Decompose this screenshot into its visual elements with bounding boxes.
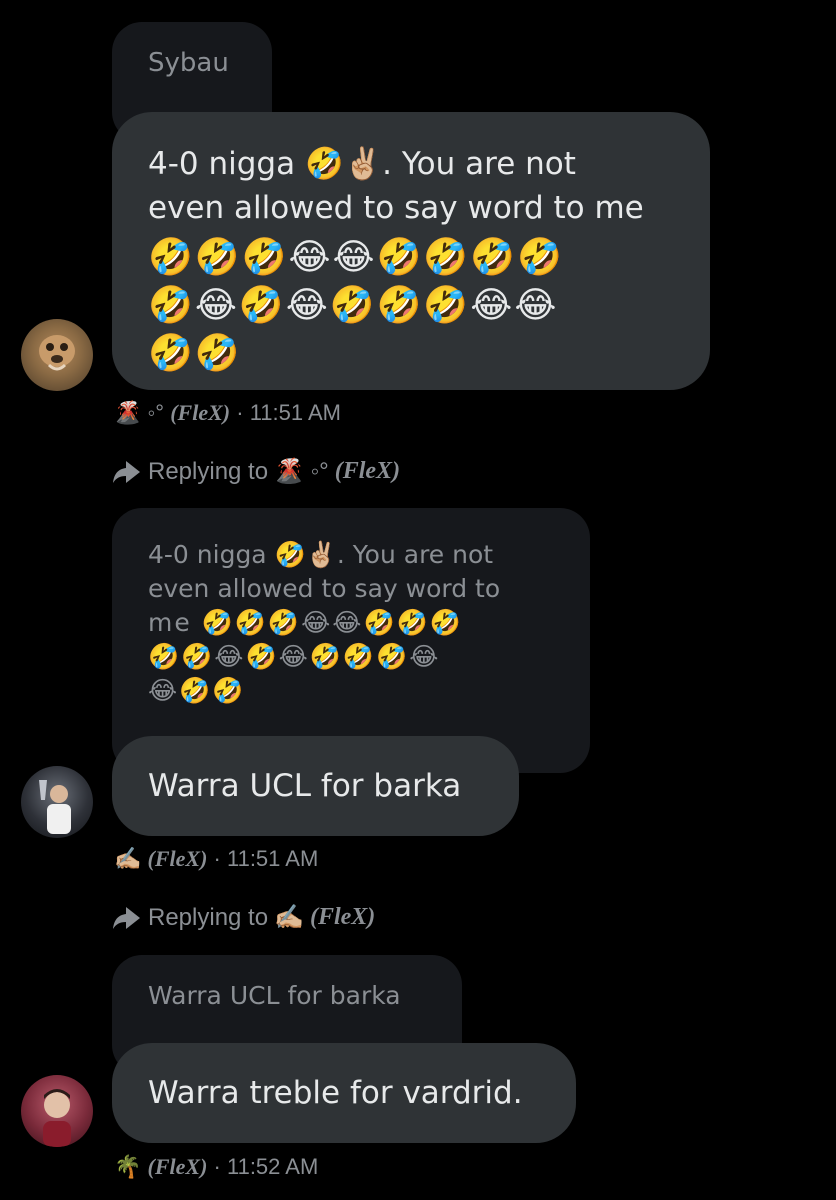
sender-name[interactable]: (FleX) <box>148 1154 208 1179</box>
quoted-line: me 🤣🤣🤣😂😂🤣🤣🤣 <box>148 608 463 637</box>
message-time: · 11:52 AM <box>213 1154 319 1179</box>
message-time: · 11:51 AM <box>236 400 342 425</box>
quoted-line: 😂🤣🤣 <box>148 676 246 705</box>
message-meta: 🌋 ◦° (FleX) · 11:51 AM <box>114 400 341 426</box>
player-portrait-avatar-icon <box>43 1089 71 1147</box>
message-text: Warra treble for vardrid. <box>148 1075 523 1111</box>
message-meta: 🌴 (FleX) · 11:52 AM <box>114 1154 318 1180</box>
message-text-line: even allowed to say word to me <box>148 190 644 226</box>
replying-label: Replying to <box>148 457 269 485</box>
message-bubble[interactable]: Warra treble for vardrid. <box>112 1043 576 1143</box>
message-text-line: 4-0 nigga 🤣✌🏼. You are not <box>148 146 576 182</box>
quoted-message[interactable]: 4-0 nigga 🤣✌🏼. You are not even allowed … <box>112 508 590 773</box>
message-meta: ✍🏼 (FleX) · 11:51 AM <box>114 846 318 872</box>
reply-arrow-icon <box>113 460 140 483</box>
replying-name: (FleX) <box>334 458 401 484</box>
quoted-message-text: Sybau <box>148 48 229 78</box>
sender-emoji: 🌋 ◦° <box>114 400 165 425</box>
message-bubble[interactable]: Warra UCL for barka <box>112 736 519 836</box>
top-cutoff-text: ‾‾‾‾ <box>118 0 166 14</box>
message-bubble[interactable]: 4-0 nigga 🤣✌🏼. You are not even allowed … <box>112 112 710 390</box>
avatar[interactable] <box>21 766 93 838</box>
meerkat-avatar-icon <box>39 335 75 371</box>
emoji-line: 🤣🤣 <box>148 333 242 374</box>
sender-name[interactable]: (FleX) <box>148 846 208 871</box>
sender-name[interactable]: (FleX) <box>170 400 230 425</box>
replying-emoji: 🌋 ◦° <box>274 458 329 485</box>
emoji-line: 🤣🤣🤣😂😂🤣🤣🤣🤣 <box>148 237 564 278</box>
reply-arrow-icon <box>113 906 140 929</box>
quoted-message-text: Warra UCL for barka <box>148 981 401 1010</box>
sender-emoji: ✍🏼 <box>114 846 142 871</box>
replying-label: Replying to <box>148 903 269 931</box>
message-text: Warra UCL for barka <box>148 768 462 804</box>
avatar[interactable] <box>21 319 93 391</box>
sender-emoji: 🌴 <box>114 1154 142 1179</box>
player-trophy-avatar-icon <box>39 780 71 834</box>
quoted-line: 🤣🤣😂🤣😂🤣🤣🤣😂 <box>148 642 441 671</box>
emoji-line: 🤣😂🤣😂🤣🤣🤣😂😂 <box>148 285 559 326</box>
quoted-line: 4-0 nigga 🤣✌🏼. You are not <box>148 540 494 569</box>
replying-to[interactable]: Replying to ✍🏼 (FleX) <box>112 903 375 932</box>
replying-emoji: ✍🏼 <box>274 904 304 931</box>
quoted-line: even allowed to say word to <box>148 574 501 603</box>
replying-to[interactable]: Replying to 🌋 ◦° (FleX) <box>112 457 400 486</box>
avatar[interactable] <box>21 1075 93 1147</box>
replying-name: (FleX) <box>309 904 376 930</box>
message-time: · 11:51 AM <box>213 846 319 871</box>
